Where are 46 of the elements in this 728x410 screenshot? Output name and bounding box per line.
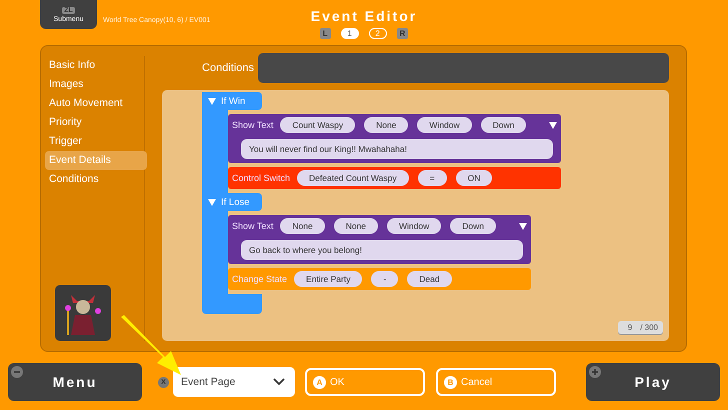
dropdown-triangle-icon[interactable] — [549, 122, 558, 128]
minus-icon — [11, 366, 23, 378]
parameter-pill[interactable]: None — [334, 218, 378, 234]
conditions-label: Conditions — [201, 62, 254, 74]
parameter-pill[interactable]: = — [418, 170, 447, 186]
parameter-pill[interactable]: Entire Party — [294, 271, 362, 287]
page-tab[interactable]: 1 — [340, 28, 359, 39]
conditions-field[interactable] — [258, 53, 669, 83]
event-page-dropdown[interactable]: Event Page — [173, 367, 295, 397]
dropdown-triangle-icon[interactable] — [518, 222, 527, 230]
command-name: Show Text — [232, 120, 274, 130]
a-key-badge: A — [313, 376, 326, 388]
l-key-badge[interactable]: L — [320, 28, 331, 39]
command-name: Change State — [232, 274, 288, 284]
chevron-down-icon — [273, 378, 285, 386]
control-switch-command[interactable]: Control Switch Defeated Count Waspy = ON — [228, 167, 562, 189]
parameter-pill[interactable]: Window — [387, 218, 442, 234]
branch-label: If Lose — [221, 196, 250, 208]
bracket-end — [202, 294, 262, 314]
parameter-pill[interactable]: Count Waspy — [280, 117, 356, 133]
parameter-pill[interactable]: None — [280, 218, 325, 234]
parameter-pill[interactable]: None — [364, 117, 408, 133]
b-key-badge: B — [444, 376, 457, 388]
show-text-command[interactable]: Show Text None None Window Down Go back to where you belong! — [228, 215, 531, 264]
menu-button[interactable]: Menu — [8, 363, 142, 401]
counter-current: 9 — [628, 323, 632, 332]
message-text[interactable]: Go back to where you belong! — [241, 240, 523, 260]
parameter-pill[interactable]: ON — [456, 170, 492, 186]
counter-total: / 300 — [640, 323, 658, 332]
window-title: Event Editor — [310, 8, 418, 24]
message-text[interactable]: You will never find our King!! Mwahahaha! — [241, 139, 554, 159]
command-name: Control Switch — [232, 173, 290, 183]
change-state-command[interactable]: Change State Entire Party - Dead — [228, 268, 531, 290]
parameter-pill[interactable]: Down — [450, 218, 496, 234]
parameter-pill[interactable]: Dead — [407, 271, 452, 287]
character-sprite-drawing — [65, 295, 101, 335]
parameter-pill[interactable]: Down — [480, 117, 526, 133]
play-button[interactable]: Play — [586, 363, 720, 401]
branch-label: If Win — [221, 96, 246, 106]
parameter-pill[interactable]: Defeated Count Waspy — [297, 170, 409, 186]
show-text-command[interactable]: Show Text Count Waspy None Window Down You will never find our King!! Mwahahaha! — [228, 114, 562, 163]
plus-icon — [589, 366, 601, 378]
command-name: Show Text — [232, 221, 274, 231]
parameter-pill[interactable]: - — [371, 271, 398, 287]
r-key-badge[interactable]: R — [396, 28, 408, 39]
parameter-pill[interactable]: Window — [417, 117, 472, 133]
